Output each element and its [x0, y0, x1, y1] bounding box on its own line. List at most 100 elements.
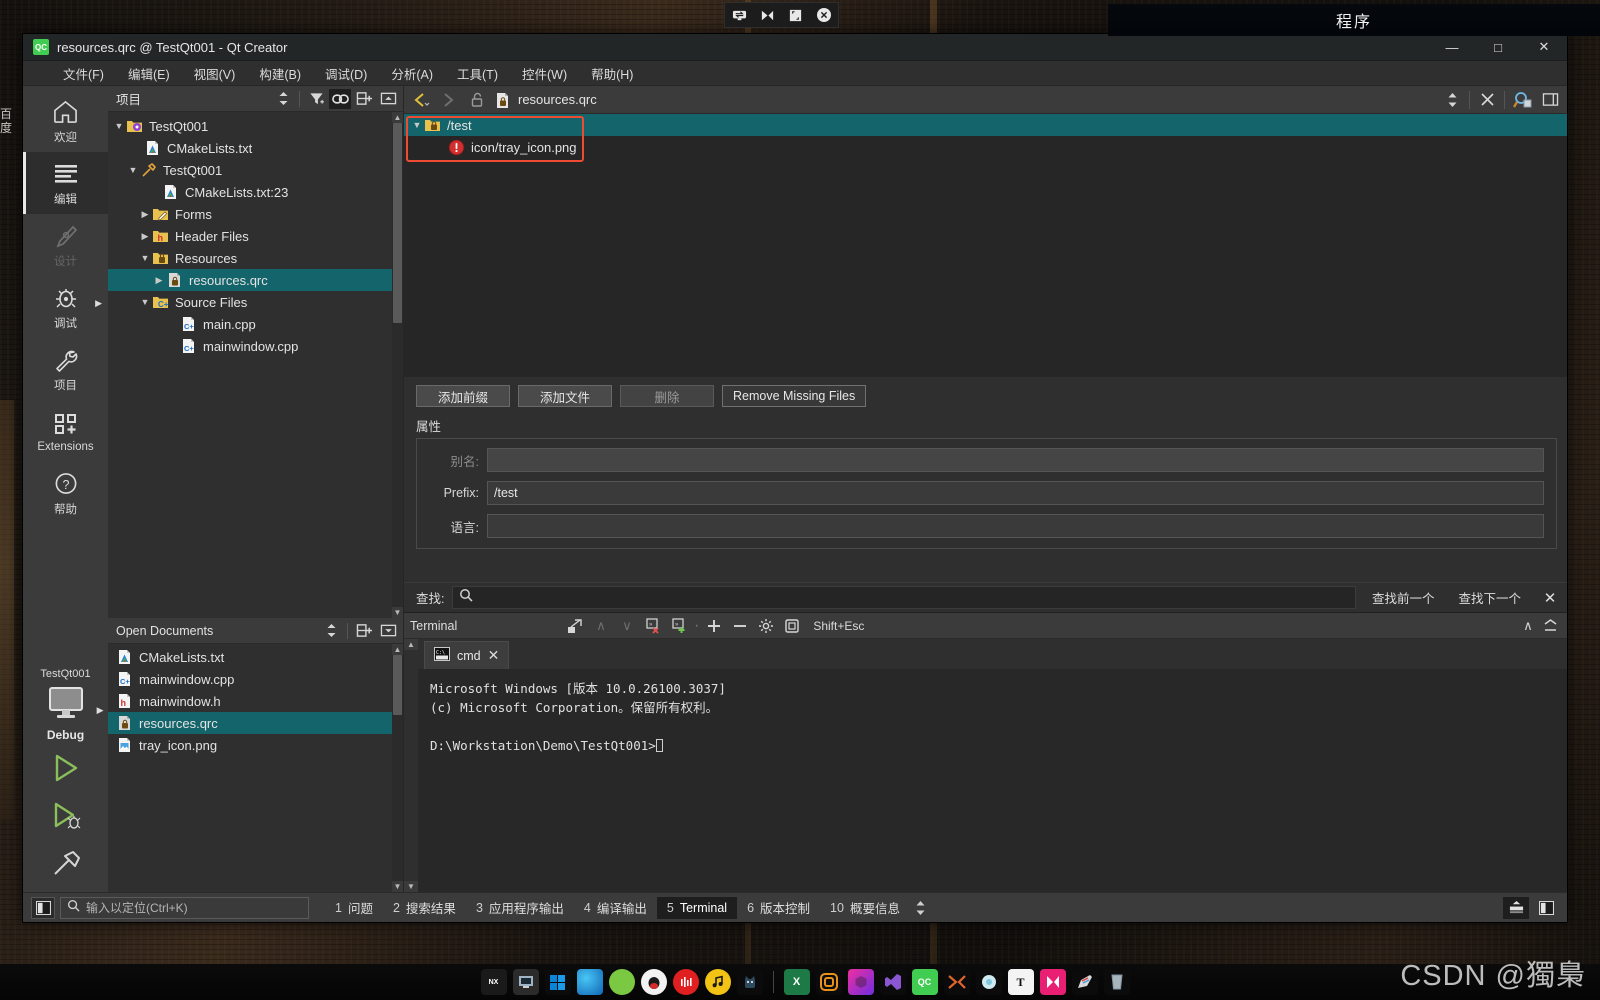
list-item[interactable]: CMakeLists.txt [108, 646, 403, 668]
link-icon[interactable] [329, 88, 351, 109]
terminal-output[interactable]: Microsoft Windows [版本 10.0.26100.3037] (… [418, 669, 1567, 892]
swap-icon[interactable] [731, 7, 748, 24]
mode-selector-bar[interactable]: 欢迎 编辑 设计 ▶ 调试 项目 Extensions ? 帮助 TestQt0… [23, 86, 108, 892]
back-arrow-icon[interactable] [410, 89, 432, 111]
forward-arrow-icon[interactable] [438, 89, 460, 111]
resource-prefix-row[interactable]: ▼ /test [404, 114, 1567, 136]
mode-debug[interactable]: ▶ 调试 [23, 276, 108, 338]
tree-row-resources-qrc[interactable]: ▶ resources.qrc [108, 269, 403, 291]
chevron-bar-icon[interactable] [1539, 616, 1561, 636]
twisty-closed-icon[interactable]: ▶ [138, 231, 152, 242]
pane-tab-app-output[interactable]: 3 应用程序输出 [466, 894, 574, 921]
menu-build[interactable]: 构建(B) [247, 61, 313, 86]
twisty-open-icon[interactable]: ▼ [112, 121, 126, 131]
menu-debug[interactable]: 调试(D) [313, 61, 379, 86]
tree-row-header-files[interactable]: ▶ h Header Files [108, 225, 403, 247]
menu-view[interactable]: 视图(V) [182, 61, 248, 86]
mode-design[interactable]: 设计 [23, 214, 108, 276]
run-button[interactable] [49, 744, 83, 792]
list-item[interactable]: tray_icon.png [108, 734, 403, 756]
resize-icon[interactable] [787, 7, 804, 24]
terminal-scroll-gutter[interactable]: ▲ ▼ [404, 639, 418, 892]
close-tab-icon[interactable]: ✕ [488, 647, 500, 664]
open-documents-list[interactable]: CMakeLists.txt C+ mainwindow.cpp h mainw… [108, 644, 403, 892]
taskbar-icon-music-red[interactable] [672, 969, 699, 995]
down-icon[interactable]: ∨ [616, 616, 638, 636]
pane-tab-overview[interactable]: 10 概要信息 [820, 894, 910, 921]
find-input[interactable] [452, 586, 1356, 609]
taskbar-icon-nexus[interactable]: NX [480, 969, 507, 995]
menubar[interactable]: 文件(F) 编辑(E) 视图(V) 构建(B) 调试(D) 分析(A) 工具(T… [23, 61, 1567, 86]
terminal-tab-cmd[interactable]: C:\ cmd ✕ [424, 641, 510, 669]
floating-capture-toolbar[interactable] [724, 2, 839, 28]
taskbar-icon-cat[interactable] [736, 969, 763, 995]
taskbar-icon-qt-creator[interactable]: QC [911, 969, 938, 995]
scroll-down-arrow[interactable]: ▼ [392, 607, 403, 618]
close-circle-icon[interactable] [815, 7, 832, 24]
find-previous-button[interactable]: 查找前一个 [1364, 585, 1443, 610]
start-debugging-button[interactable] [49, 792, 83, 840]
split-add-icon[interactable] [353, 621, 375, 641]
language-input[interactable] [487, 514, 1544, 538]
remove-missing-files-button[interactable]: Remove Missing Files [722, 385, 867, 407]
chevron-up-icon[interactable]: ∧ [1517, 616, 1539, 636]
pane-spinner-icon[interactable] [914, 900, 927, 916]
updown-arrows-icon[interactable] [1441, 89, 1463, 111]
scroll-thumb[interactable] [393, 655, 402, 715]
sidebar-icon[interactable] [31, 896, 55, 919]
split-add-icon[interactable] [353, 89, 375, 109]
tree-row-mainwindow-cpp[interactable]: C+ mainwindow.cpp [108, 335, 403, 357]
taskbar-icon-unity[interactable] [847, 969, 874, 995]
find-toolbar[interactable]: 查找: 查找前一个 查找下一个 ✕ [404, 582, 1567, 612]
stop-red-icon[interactable]: » [642, 616, 664, 636]
menu-tools[interactable]: 工具(T) [445, 61, 510, 86]
tree-row-cmakelists-23[interactable]: CMakeLists.txt:23 [108, 181, 403, 203]
scroll-up-arrow[interactable]: ▲ [404, 639, 418, 650]
twisty-closed-icon[interactable]: ▶ [138, 209, 152, 220]
resource-tree[interactable]: ▼ /test icon/tray_icon.png [404, 114, 1567, 377]
tree-row-main-cpp[interactable]: C+ main.cpp [108, 313, 403, 335]
new-terminal-icon[interactable] [564, 616, 586, 636]
list-item[interactable]: C+ mainwindow.cpp [108, 668, 403, 690]
project-tree-scrollbar[interactable]: ▲ ▼ [392, 112, 403, 618]
menu-analyze[interactable]: 分析(A) [379, 61, 445, 86]
windows-taskbar[interactable]: NX X QC T [0, 964, 1600, 1000]
taskbar-icon-flag-pink[interactable] [1039, 969, 1066, 995]
tree-row-testqt001-target[interactable]: ▼ TestQt001 [108, 159, 403, 181]
add-prefix-button[interactable]: 添加前缀 [416, 385, 510, 407]
gear-icon[interactable] [755, 616, 777, 636]
taskbar-icon-music-yellow[interactable] [704, 969, 731, 995]
current-file-indicator[interactable]: resources.qrc [494, 88, 1435, 111]
tree-row-source-files[interactable]: ▼ C+ Source Files [108, 291, 403, 313]
taskbar-icons[interactable]: NX X QC T [471, 969, 1130, 995]
menu-help[interactable]: 帮助(H) [579, 61, 645, 86]
taskbar-icon-excel[interactable]: X [783, 969, 810, 995]
resource-action-buttons[interactable]: 添加前缀 添加文件 删除 Remove Missing Files [404, 377, 1567, 415]
add-green-icon[interactable]: » [668, 616, 690, 636]
minimize-button[interactable]: — [1429, 34, 1475, 60]
scroll-thumb[interactable] [393, 123, 402, 323]
sync-filter-icon[interactable] [272, 89, 294, 109]
taskbar-icon-computer[interactable] [512, 969, 539, 995]
scroll-up-arrow[interactable]: ▲ [392, 112, 403, 123]
remove-button[interactable]: 删除 [620, 385, 714, 407]
list-item-selected[interactable]: resources.qrc [108, 712, 403, 734]
mode-projects[interactable]: 项目 [23, 338, 108, 400]
pane-tab-issues[interactable]: 1 问题 [325, 894, 383, 921]
tree-row-testqt001-root[interactable]: ▼ TestQt001 [108, 115, 403, 137]
minus-icon[interactable] [729, 616, 751, 636]
collapse-icon[interactable] [377, 89, 399, 109]
menu-file[interactable]: 文件(F) [51, 61, 116, 86]
mode-extensions[interactable]: Extensions [23, 400, 108, 462]
chevron-right-icon[interactable]: ▶ [97, 705, 104, 716]
taskbar-icon-qq[interactable] [640, 969, 667, 995]
pane-tab-terminal[interactable]: 5 Terminal [656, 896, 738, 919]
taskbar-icon-visual-studio[interactable] [879, 969, 906, 995]
unlock-icon[interactable] [466, 89, 488, 111]
taskbar-icon-glass[interactable] [1103, 969, 1130, 995]
twisty-open-icon[interactable]: ▼ [410, 120, 424, 130]
taskbar-icon-obs[interactable] [815, 969, 842, 995]
maximize-button[interactable]: □ [1475, 34, 1521, 60]
split-editor-icon[interactable] [1539, 89, 1561, 111]
twisty-closed-icon[interactable]: ▶ [152, 275, 166, 286]
